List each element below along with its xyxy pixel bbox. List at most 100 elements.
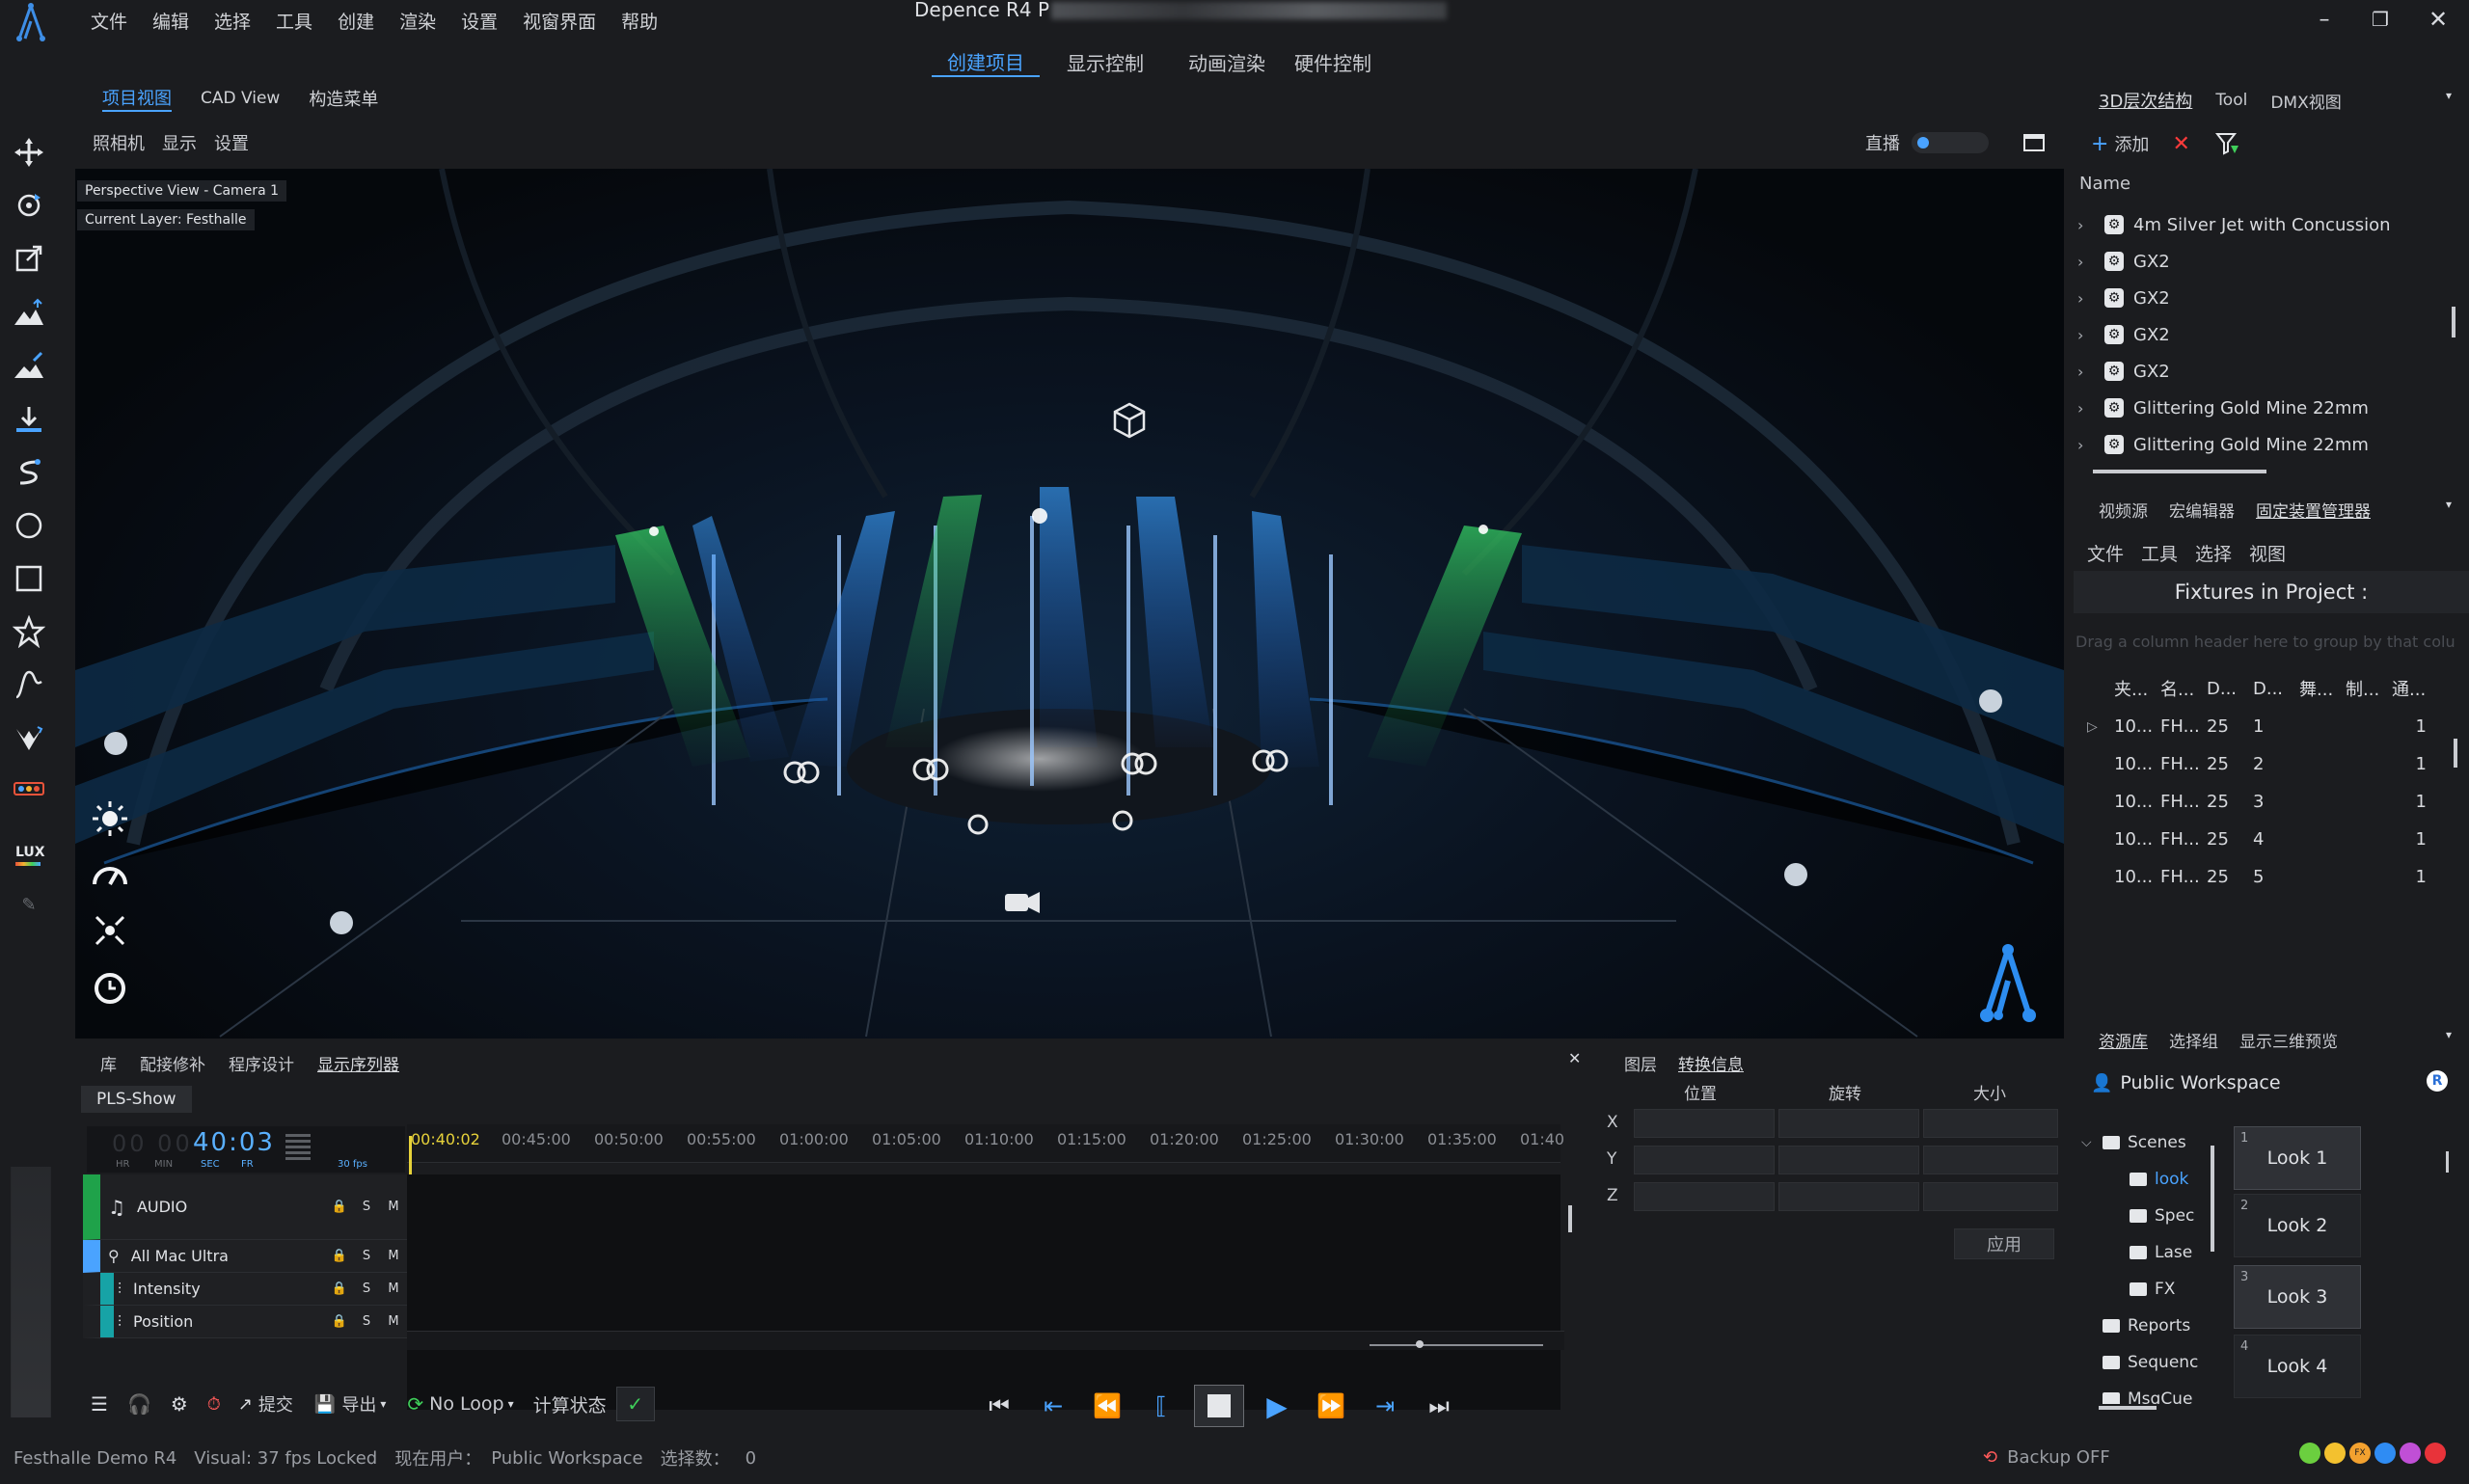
menu-view-settings[interactable]: 设置 xyxy=(214,130,249,155)
menu-edit[interactable]: 编辑 xyxy=(152,8,189,34)
chevron-down-icon[interactable]: ⌵ xyxy=(2081,1135,2103,1150)
calc-state-checkbox[interactable]: ✓ xyxy=(615,1387,655,1421)
solo-button[interactable]: S xyxy=(353,1200,380,1214)
settings-gear-icon[interactable]: ⚙ xyxy=(171,1392,188,1416)
rectangle-icon[interactable] xyxy=(10,559,48,598)
looks-scroll[interactable] xyxy=(2446,1151,2449,1173)
submit-button[interactable]: 提交 xyxy=(258,1391,293,1417)
chevron-right-icon[interactable]: › xyxy=(2077,289,2097,308)
chevron-right-icon[interactable]: › xyxy=(2077,363,2097,381)
look-button[interactable]: 2 Look 2 xyxy=(2234,1194,2361,1257)
status-fx-icon[interactable]: FX xyxy=(2349,1443,2371,1464)
lock-icon[interactable]: 🔒 xyxy=(326,1249,353,1263)
tab-programming[interactable]: 程序设计 xyxy=(229,1051,294,1075)
chevron-right-icon[interactable]: › xyxy=(2077,436,2097,454)
tab-show-sequencer[interactable]: 显示序列器 xyxy=(317,1051,399,1075)
menu-tools[interactable]: 工具 xyxy=(276,8,312,34)
viewport-3d[interactable]: Perspective View - Camera 1 Current Laye… xyxy=(75,169,2064,1039)
lock-icon[interactable]: 🔒 xyxy=(326,1314,353,1329)
mute-button[interactable]: M xyxy=(380,1314,407,1329)
tab-transform-info[interactable]: 转换信息 xyxy=(1678,1051,1744,1075)
workspace-label[interactable]: Public Workspace xyxy=(2120,1072,2280,1093)
menu-render[interactable]: 渲染 xyxy=(399,8,436,34)
rotate-icon[interactable] xyxy=(10,186,48,225)
menu-select[interactable]: 选择 xyxy=(214,8,251,34)
minimize-icon[interactable]: – xyxy=(2305,4,2344,35)
col-header[interactable]: 制... xyxy=(2346,676,2392,701)
app-logo-icon[interactable] xyxy=(6,2,56,44)
table-row[interactable]: 10... FH... 25 5 1 xyxy=(2074,858,2469,896)
list-item[interactable]: › ⚙ GX2 xyxy=(2074,280,2450,316)
spline-icon[interactable] xyxy=(10,453,48,492)
menu-camera[interactable]: 照相机 xyxy=(93,130,145,155)
status-red-icon[interactable] xyxy=(2425,1443,2446,1464)
headphones-icon[interactable]: 🎧 xyxy=(127,1392,151,1416)
tracks-lanes[interactable] xyxy=(407,1174,1560,1410)
table-row[interactable]: 10... FH... 25 3 1 xyxy=(2074,783,2469,821)
menu-help[interactable]: 帮助 xyxy=(621,8,658,34)
col-header[interactable]: 舞... xyxy=(2299,676,2346,701)
tree-item[interactable]: MsgCue xyxy=(2081,1381,2245,1404)
add-icon[interactable]: + xyxy=(2091,132,2108,156)
track-audio[interactable]: ♫ AUDIO 🔒 S M xyxy=(83,1174,407,1240)
hierarchy-vscroll[interactable] xyxy=(2452,307,2455,337)
live-toggle[interactable] xyxy=(1912,132,1989,153)
curve-icon[interactable] xyxy=(10,665,48,704)
hierarchy-column-name[interactable]: Name xyxy=(2079,174,2130,194)
rewind-icon[interactable]: ⏪ xyxy=(1080,1392,1134,1419)
tab-resource-library[interactable]: 资源库 xyxy=(2099,1028,2148,1052)
resources-hscroll[interactable] xyxy=(2099,1406,2157,1410)
terrain-edit-icon[interactable] xyxy=(10,347,48,386)
track-fixture-group[interactable]: ⚲ All Mac Ultra 🔒 S M xyxy=(83,1240,407,1273)
menu-window[interactable]: 视窗界面 xyxy=(523,8,596,34)
list-item[interactable]: › ⚙ GX2 xyxy=(2074,243,2450,280)
tab-library[interactable]: 库 xyxy=(100,1051,117,1075)
stop-button[interactable] xyxy=(1194,1385,1244,1427)
list-item[interactable]: › ⚙ Glittering Gold Mine 22mm xyxy=(2074,390,2450,426)
rotation-x-field[interactable] xyxy=(1778,1109,1919,1138)
speedometer-icon[interactable] xyxy=(89,853,131,896)
chevron-right-icon[interactable]: › xyxy=(2077,399,2097,418)
tab-dmx-view[interactable]: DMX视图 xyxy=(2270,89,2341,113)
skip-to-end-icon[interactable]: ⏭ xyxy=(1412,1392,1466,1419)
move-icon[interactable] xyxy=(10,133,48,172)
list-item[interactable]: › ⚙ Glittering Gold Mine 22mm xyxy=(2074,426,2450,463)
play-icon[interactable]: ▶ xyxy=(1250,1390,1304,1422)
tab-cad-view[interactable]: CAD View xyxy=(201,89,280,108)
scale-y-field[interactable] xyxy=(1923,1146,2058,1174)
panel-menu-icon[interactable]: ▾ xyxy=(2446,89,2452,102)
chevron-right-icon[interactable]: › xyxy=(2077,216,2097,234)
hierarchy-hscroll[interactable] xyxy=(2093,470,2266,473)
tab-video-source[interactable]: 视频源 xyxy=(2099,498,2148,522)
table-row[interactable]: 10... FH... 25 4 1 xyxy=(2074,821,2469,858)
panel-menu-icon[interactable]: ▾ xyxy=(2446,1028,2452,1041)
tab-patch[interactable]: 配接修补 xyxy=(140,1051,205,1075)
position-x-field[interactable] xyxy=(1634,1109,1775,1138)
tree-item[interactable]: Reports xyxy=(2081,1308,2245,1344)
tree-item[interactable]: FX xyxy=(2081,1271,2245,1308)
terrain-icon[interactable] xyxy=(10,294,48,333)
tab-3d-hierarchy[interactable]: 3D层次结构 xyxy=(2099,88,2192,113)
pencil-icon[interactable]: ✎ xyxy=(17,893,41,916)
prev-marker-icon[interactable]: ⇤ xyxy=(1026,1392,1080,1419)
solo-button[interactable]: S xyxy=(353,1314,380,1329)
tab-fixture-manager[interactable]: 固定装置管理器 xyxy=(2256,498,2371,522)
position-y-field[interactable] xyxy=(1634,1146,1775,1174)
lux-label[interactable]: LUX xyxy=(15,845,45,860)
resources-tree-scroll[interactable] xyxy=(2211,1146,2214,1252)
timeline-ruler[interactable]: 00:40:02 00:45:00 00:50:00 00:55:00 01:00:00… xyxy=(407,1124,1564,1163)
solo-button[interactable]: S xyxy=(353,1282,380,1296)
list-icon[interactable]: ☰ xyxy=(91,1392,108,1416)
look-button[interactable]: 4 Look 4 xyxy=(2234,1335,2361,1398)
col-header[interactable]: 通... xyxy=(2392,676,2438,701)
status-eye-icon[interactable] xyxy=(2400,1443,2421,1464)
mute-button[interactable]: M xyxy=(380,1249,407,1263)
status-yellow-icon[interactable] xyxy=(2324,1443,2346,1464)
star-icon[interactable] xyxy=(10,612,48,651)
expand-row-icon[interactable]: ▷ xyxy=(2074,719,2114,735)
solo-button[interactable]: S xyxy=(353,1249,380,1263)
maximize-viewport-icon[interactable] xyxy=(2020,129,2048,156)
tree-item[interactable]: Sequenc xyxy=(2081,1344,2245,1381)
tab-tool[interactable]: Tool xyxy=(2215,91,2247,110)
mute-button[interactable]: M xyxy=(380,1200,407,1214)
